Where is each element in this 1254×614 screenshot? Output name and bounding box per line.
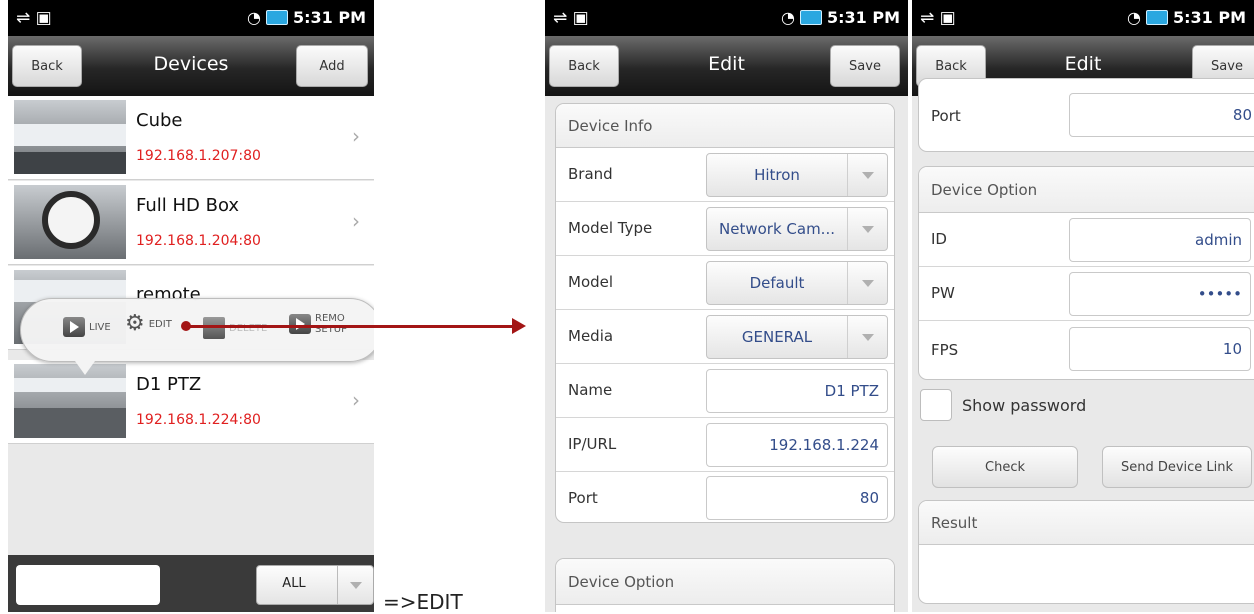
title-bar: Back Edit Save [545,36,908,96]
bottom-bar: ALL [8,555,374,612]
device-info-group: Port 80 [918,78,1254,152]
device-name: Full HD Box [136,195,240,216]
add-button[interactable]: Add [296,45,368,87]
dropdown-icon [861,172,874,179]
gear-icon: ⚙ [125,311,145,336]
filter-value: ALL [282,576,306,591]
device-thumbnail [14,185,126,259]
edit-action[interactable]: ⚙ EDIT [125,313,172,335]
group-title: Device Option [556,559,894,605]
dropdown-icon [349,582,362,589]
filter-select[interactable]: ALL [256,565,374,605]
status-bar: ⇌ ▣ ◔ 5:31 PM [545,0,908,36]
devices-screen: ⇌ ▣ ◔ 5:31 PM Back Devices Add Cube 192.1… [8,0,374,612]
device-row[interactable]: D1 PTZ 192.168.1.224:80 › [8,360,374,444]
trash-icon [203,317,225,339]
fps-label: FPS [931,341,959,359]
arrow-head-icon [512,318,526,334]
brand-select[interactable]: Hitron [706,153,888,197]
group-title: Result [919,501,1254,545]
usb-icon: ⇌ ▣ [16,8,52,28]
port-label: Port [568,489,598,507]
wifi-icon: ◔ [1127,8,1141,27]
device-option-group: Device Option ID admin PW ••••• FPS 10 [918,166,1254,380]
device-row[interactable]: Cube 192.168.1.207:80 › [8,96,374,180]
device-address: 192.168.1.204:80 [136,233,261,249]
chevron-right-icon: › [352,209,360,233]
device-row[interactable]: Full HD Box 192.168.1.204:80 › [8,181,374,265]
group-title: Device Option [919,167,1254,213]
dropdown-icon [861,334,874,341]
device-address: 192.168.1.224:80 [136,412,261,428]
model-label: Model [568,273,614,291]
device-thumbnail [14,100,126,174]
device-name: D1 PTZ [136,374,202,395]
status-time: 5:31 PM [826,8,900,27]
model-select[interactable]: Default [706,261,888,305]
brand-label: Brand [568,165,613,183]
wifi-icon: ◔ [247,8,261,27]
device-address: 192.168.1.207:80 [136,148,261,164]
media-select[interactable]: GENERAL [706,315,888,359]
device-option-group: Device Option [555,558,895,612]
remote-icon [289,314,311,334]
model-type-label: Model Type [568,219,653,237]
name-field[interactable]: D1 PTZ [706,369,888,413]
title-bar: Back Devices Add [8,36,374,96]
live-action[interactable]: LIVE [63,317,111,337]
id-label: ID [931,230,947,248]
show-password-label: Show password [962,396,1087,415]
device-info-group: Device Info Brand Hitron Model Type Netw… [555,103,895,523]
edit-screen-top: ⇌ ▣ ◔ 5:31 PM Back Edit Save Device Info … [545,0,908,612]
device-name: Cube [136,110,183,131]
edit-screen-bottom: ⇌ ▣ ◔ 5:31 PM Back Edit Save Port 80 Devi… [912,0,1254,612]
pw-field[interactable]: ••••• [1069,272,1251,316]
id-field[interactable]: admin [1069,218,1251,262]
status-bar: ⇌ ▣ ◔ 5:31 PM [912,0,1254,36]
chevron-right-icon: › [352,124,360,148]
show-password-checkbox[interactable] [920,389,952,421]
model-type-select[interactable]: Network Cam... [706,207,888,251]
battery-icon [1145,10,1168,25]
dropdown-icon [861,280,874,287]
result-group: Result [918,500,1254,604]
pw-label: PW [931,284,955,302]
send-device-link-button[interactable]: Send Device Link [1102,446,1252,488]
arrow-line [186,325,516,328]
device-action-popup: LIVE ⚙ EDIT DELETE REMO SETUP [20,298,374,375]
save-button[interactable]: Save [830,45,900,87]
play-icon [63,317,85,337]
group-title: Device Info [556,104,894,148]
name-label: Name [568,381,613,399]
port-field[interactable]: 80 [1069,93,1254,137]
status-time: 5:31 PM [292,8,366,27]
port-field[interactable]: 80 [706,476,888,520]
device-thumbnail [14,364,126,438]
wifi-icon: ◔ [781,8,795,27]
battery-icon [265,10,288,25]
usb-icon: ⇌ ▣ [553,8,589,28]
delete-action[interactable]: DELETE [203,317,267,339]
remote-setup-action[interactable]: REMO SETUP [289,313,347,335]
fps-field[interactable]: 10 [1069,327,1251,371]
ip-field[interactable]: 192.168.1.224 [706,423,888,467]
media-label: Media [568,327,614,345]
battery-icon [799,10,822,25]
dropdown-icon [861,226,874,233]
ip-label: IP/URL [568,435,617,453]
chevron-right-icon: › [352,388,360,412]
check-button[interactable]: Check [932,446,1078,488]
usb-icon: ⇌ ▣ [920,8,956,28]
search-input[interactable] [16,565,160,605]
edit-caption: =>EDIT [383,590,463,614]
status-bar: ⇌ ▣ ◔ 5:31 PM [8,0,374,36]
status-time: 5:31 PM [1172,8,1246,27]
port-label: Port [931,107,961,125]
